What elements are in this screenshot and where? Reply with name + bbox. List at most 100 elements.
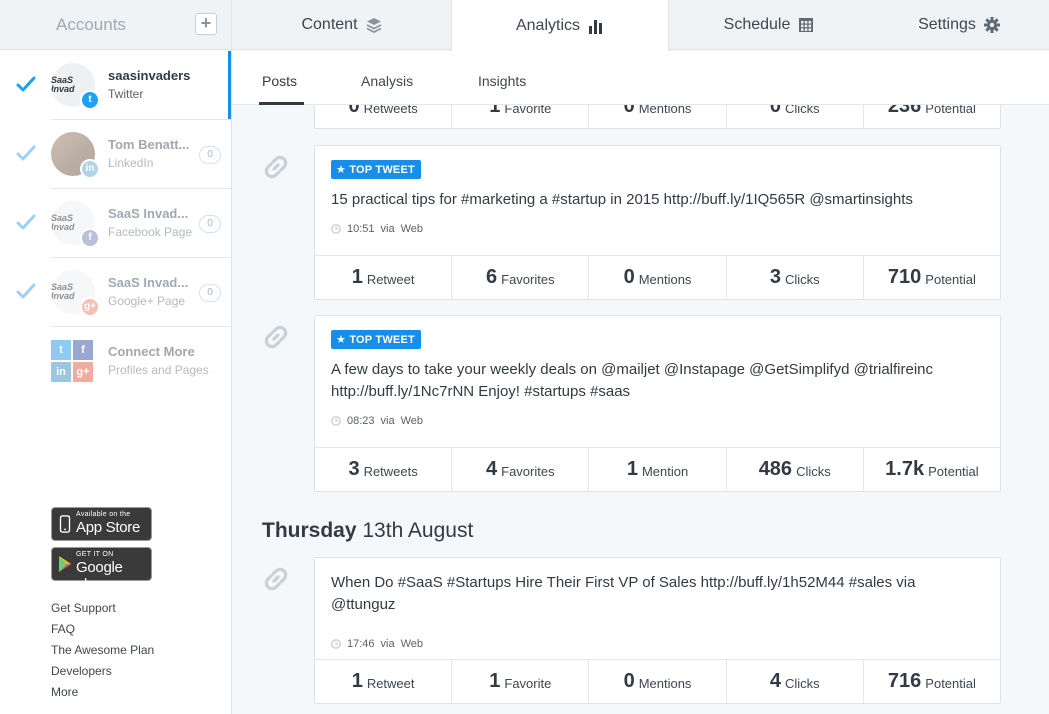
tab-schedule[interactable]: Schedule [669, 0, 869, 50]
post-card: 0 Retweets 1 Favorite 0 Mentions 0 Clicks 23… [314, 105, 1001, 129]
count-badge: 0 [199, 215, 221, 233]
stat-favorites: 1 Favorite [452, 105, 590, 128]
stat-mentions: 0 Mentions [589, 660, 727, 703]
sidebar: Accounts + SaaS Invad t saasinvaders Twi… [0, 0, 232, 714]
layers-icon [366, 18, 381, 33]
stat-clicks: 3 Clicks [727, 256, 864, 299]
connect-more-title: Connect More [108, 344, 195, 359]
account-name: Tom Benatt... [108, 137, 190, 152]
post-text: 15 practical tips for #marketing a #star… [331, 191, 913, 208]
stat-favorites: 1 Favorite [452, 660, 590, 703]
clock-icon [331, 639, 341, 649]
post-stats: 1 Retweet 1 Favorite 0 Mentions 4 Clicks 716… [315, 659, 1000, 703]
stat-potential: 710 Potential [887, 266, 976, 288]
stat-retweets: 0 Retweets [315, 105, 453, 128]
clock-icon [331, 416, 341, 426]
stat-potential: 716 Potential [887, 670, 976, 692]
posts-feed[interactable]: 0 Retweets 1 Favorite 0 Mentions 0 Clicks 23… [232, 105, 1049, 714]
avatar: SaaS Invad g+ [51, 270, 100, 317]
connect-more-subtitle: Profiles and Pages [108, 363, 209, 377]
clock-icon [331, 224, 341, 234]
tab-analytics[interactable]: Analytics [451, 0, 669, 51]
link-faq[interactable]: FAQ [51, 621, 154, 642]
account-name: SaaS Invad... [108, 275, 189, 290]
link-icon [264, 155, 288, 179]
stat-retweets: 3 Retweets [315, 448, 453, 491]
tab-settings[interactable]: Settings [869, 0, 1049, 50]
check-icon [16, 214, 36, 230]
sub-tabs: Posts Analysis Insights [232, 51, 1049, 105]
subtab-analysis[interactable]: Analysis [361, 73, 413, 89]
account-name: saasinvaders [108, 68, 191, 83]
account-item-facebook[interactable]: SaaS Invad f SaaS Invad... Facebook Page… [0, 189, 231, 258]
check-icon [16, 283, 36, 299]
account-network: Google+ Page [108, 294, 186, 308]
post-stats: 3 Retweets 4 Favorites 1 Mention 486 Clicks … [315, 447, 1000, 491]
post-text: When Do #SaaS #Startups Hire Their First… [331, 574, 916, 613]
link-more[interactable]: More [51, 684, 154, 705]
account-network: LinkedIn [108, 156, 154, 170]
stat-mentions: 0 Mentions [589, 105, 727, 128]
count-badge: 0 [199, 146, 221, 164]
subtab-posts[interactable]: Posts [262, 73, 297, 89]
post-meta: 17:46 via Web [331, 638, 984, 650]
stat-potential: 1.7k Potential [885, 458, 979, 480]
account-network: Twitter [108, 87, 144, 101]
stat-potential: 236 Potential [887, 105, 976, 117]
day-heading: Thursday 13th August [262, 519, 474, 542]
link-icon [264, 325, 288, 349]
stat-retweets: 1 Retweet [315, 660, 453, 703]
check-icon [16, 145, 36, 161]
account-network: Facebook Page [108, 225, 193, 239]
twitter-icon: t [80, 90, 100, 110]
stat-favorites: 6 Favorites [452, 256, 590, 299]
gear-icon [983, 17, 1000, 33]
app-store-button[interactable]: Available on the App Store [51, 507, 152, 541]
social-networks-icon: t f in g+ [51, 340, 93, 382]
facebook-icon: f [80, 228, 100, 248]
account-item-linkedin[interactable]: in Tom Benatt... LinkedIn 0 [0, 119, 231, 189]
post-meta: 10:51 via Web [331, 223, 984, 235]
post-stats: 1 Retweet 6 Favorites 0 Mentions 3 Clicks 71… [315, 255, 1000, 299]
top-tweet-badge: ★ TOP TWEET [331, 160, 421, 179]
google-play-button[interactable]: GET IT ON Google play [51, 547, 152, 593]
avatar: SaaS Invad t [51, 63, 100, 110]
post-stats: 0 Retweets 1 Favorite 0 Mentions 0 Clicks 23… [315, 105, 1000, 128]
stat-favorites: 4 Favorites [452, 448, 590, 491]
phone-icon [59, 515, 71, 533]
stat-clicks: 486 Clicks [727, 448, 864, 491]
googleplus-icon: g+ [80, 297, 100, 317]
main-tabs: Content Analytics Schedule Settings [232, 0, 1049, 51]
top-tweet-badge: ★ TOP TWEET [331, 330, 421, 349]
bar-chart-icon [589, 19, 603, 34]
account-item-twitter[interactable]: SaaS Invad t saasinvaders Twitter [0, 51, 231, 120]
active-tab-indicator [259, 102, 304, 105]
stat-mentions: 0 Mentions [589, 256, 727, 299]
account-item-googleplus[interactable]: SaaS Invad g+ SaaS Invad... Google+ Page… [0, 258, 231, 327]
stat-clicks: 4 Clicks [727, 660, 864, 703]
link-icon [264, 567, 288, 591]
tab-content[interactable]: Content [232, 0, 451, 50]
subtab-insights[interactable]: Insights [478, 73, 526, 89]
post-card: ★ TOP TWEET A few days to take your week… [314, 315, 1001, 492]
count-badge: 0 [199, 284, 221, 302]
link-get-support[interactable]: Get Support [51, 600, 154, 621]
footer-links: Get Support FAQ The Awesome Plan Develop… [51, 600, 154, 705]
sidebar-header: Accounts + [0, 0, 231, 50]
post-card: ★ TOP TWEET 15 practical tips for #marke… [314, 145, 1001, 300]
link-developers[interactable]: Developers [51, 663, 154, 684]
add-account-button[interactable]: + [195, 13, 217, 35]
avatar: SaaS Invad f [51, 201, 100, 248]
connect-more-button[interactable]: t f in g+ Connect More Profiles and Page… [0, 327, 231, 396]
stat-mentions: 1 Mention [589, 448, 727, 491]
account-name: SaaS Invad... [108, 206, 189, 221]
play-icon [59, 556, 71, 572]
sidebar-title: Accounts [56, 15, 126, 34]
post-meta: 08:23 via Web [331, 415, 984, 427]
stat-retweets: 1 Retweet [315, 256, 453, 299]
avatar: in [51, 132, 100, 179]
calendar-icon [799, 18, 814, 32]
link-awesome-plan[interactable]: The Awesome Plan [51, 642, 154, 663]
check-icon [16, 76, 36, 92]
post-card: When Do #SaaS #Startups Hire Their First… [314, 557, 1001, 704]
